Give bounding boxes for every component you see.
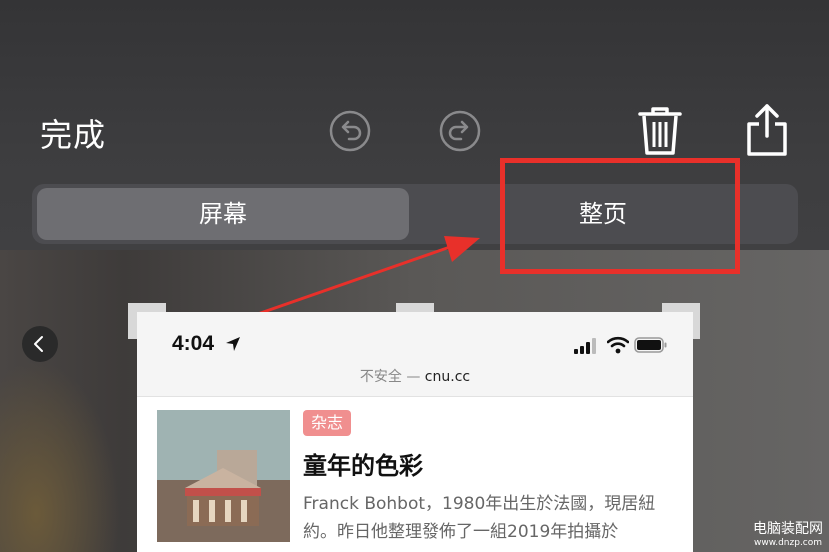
cellular-signal-icon <box>574 338 596 354</box>
trash-icon[interactable] <box>636 104 684 158</box>
watermark-title: 电脑装配网 <box>753 521 823 537</box>
watermark: 电脑装配网 www.dnzp.com <box>753 518 823 548</box>
wifi-icon <box>607 336 629 354</box>
screenshot-preview: 4:04 不安全 — cnu.cc 杂志 童年的色彩 Franck Bohbot… <box>137 312 693 552</box>
share-icon[interactable] <box>744 102 790 158</box>
highlight-box <box>500 158 740 274</box>
status-time: 4:04 <box>172 332 215 355</box>
location-arrow-icon <box>226 337 240 351</box>
redo-icon[interactable] <box>439 110 481 152</box>
chevron-left-icon <box>34 336 43 352</box>
done-button[interactable]: 完成 <box>40 110 106 156</box>
category-tag[interactable]: 杂志 <box>303 410 352 436</box>
url-bar[interactable]: 不安全 — cnu.cc <box>137 366 693 386</box>
article-thumbnail[interactable] <box>157 410 290 542</box>
previous-button[interactable] <box>22 326 58 362</box>
undo-icon[interactable] <box>329 110 371 152</box>
article-title[interactable]: 童年的色彩 <box>303 446 423 481</box>
url-domain: cnu.cc <box>424 369 471 385</box>
battery-icon <box>634 337 667 353</box>
watermark-url: www.dnzp.com <box>753 538 823 548</box>
background-glow <box>0 360 120 552</box>
url-security-label: 不安全 — <box>359 369 425 385</box>
article-excerpt: Franck Bohbot，1980年出生於法國，現居紐約。昨日他整理發佈了一組… <box>303 494 656 542</box>
segment-screen[interactable]: 屏幕 <box>37 188 409 240</box>
